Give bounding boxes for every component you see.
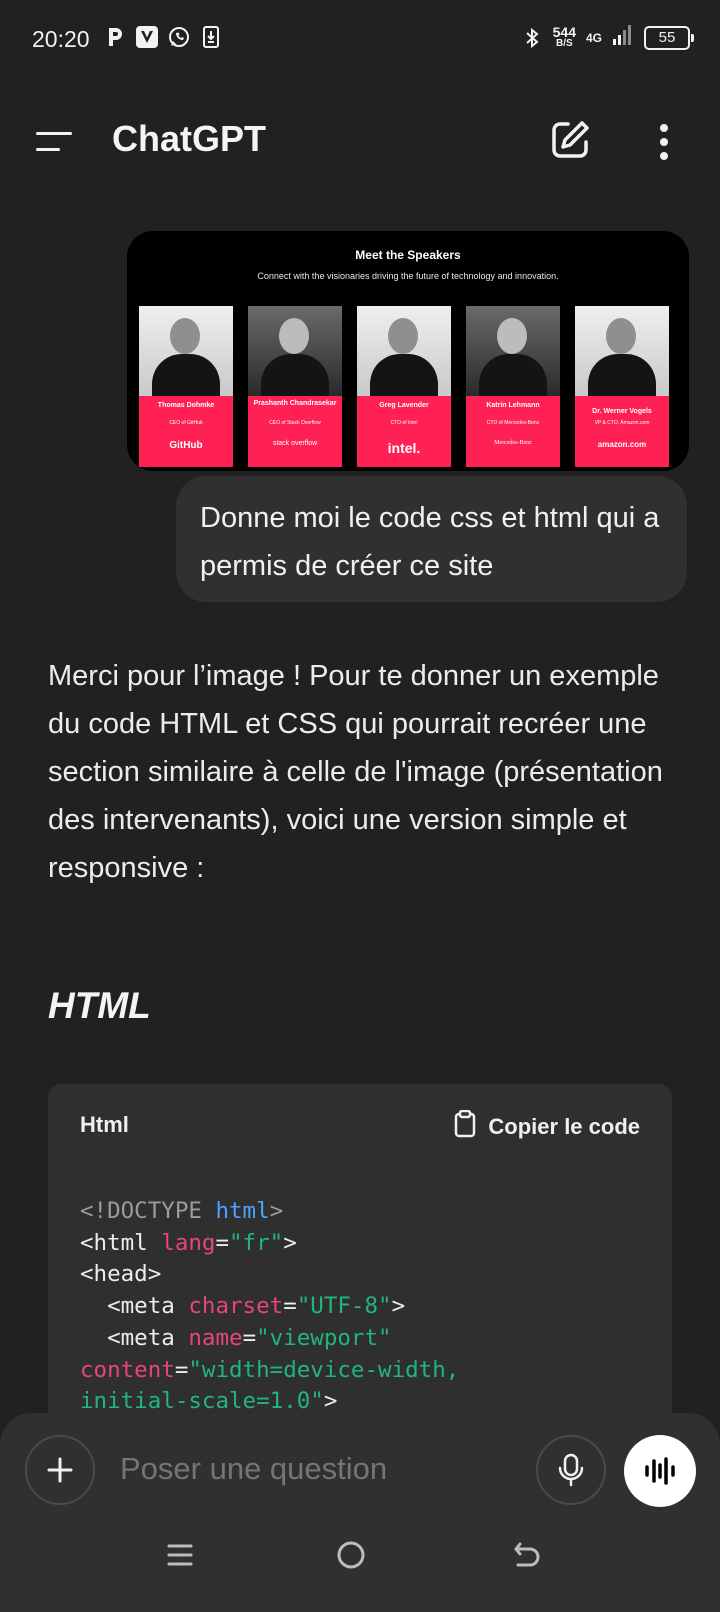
speaker-name: Katrin Lehmann	[486, 402, 540, 409]
back-icon[interactable]	[505, 1533, 549, 1577]
code-line: <meta name="viewport"	[80, 1324, 392, 1351]
speaker-logo: stack overflow	[272, 440, 318, 447]
download-icon	[200, 26, 222, 48]
new-chat-icon[interactable]	[548, 118, 592, 162]
image-subtitle: Connect with the visionaries driving the…	[257, 271, 559, 281]
code-line: <!DOCTYPE html>	[80, 1198, 284, 1224]
microphone-button[interactable]	[536, 1435, 606, 1505]
speaker-role: CTO of Mercedes-Benz	[486, 420, 540, 426]
composer	[0, 1413, 720, 1612]
microphone-icon	[558, 1453, 584, 1487]
network-type: 4G	[585, 30, 602, 45]
voice-mode-button[interactable]	[624, 1435, 696, 1507]
image-title: Meet the Speakers	[355, 248, 461, 262]
speaker-card: Dr. Werner Vogels VP & CTO, Amazon.com a…	[575, 306, 669, 467]
assistant-message: Merci pour l’image ! Pour te donner un e…	[48, 660, 663, 884]
speaker-card: Thomas Dohmke CEO of GitHub GitHub	[139, 306, 233, 467]
add-attachment-button[interactable]	[25, 1435, 95, 1505]
home-icon[interactable]	[329, 1533, 373, 1577]
speaker-photo	[139, 306, 233, 396]
recent-apps-icon[interactable]	[158, 1533, 202, 1577]
speaker-role: CTO of Intel	[390, 420, 418, 426]
status-time: 20:20	[32, 26, 90, 52]
speaker-name: Greg Lavender	[379, 402, 429, 409]
code-line: <head>	[80, 1261, 162, 1288]
speaker-role: CEO of Stack Overflow	[269, 420, 321, 426]
speaker-name: Prashanth Chandrasekar	[253, 400, 337, 407]
v-app-icon	[136, 26, 158, 48]
status-right: 544 B/S 4G 55	[521, 23, 694, 51]
whatsapp-icon	[168, 26, 190, 48]
speaker-logo: amazon.com	[597, 440, 647, 449]
menu-icon[interactable]	[36, 126, 76, 158]
speaker-photo	[575, 306, 669, 396]
status-bar: 20:20 544 B/S 4G 55	[0, 0, 720, 80]
speaker-logo: intel.	[387, 440, 421, 456]
ask-input[interactable]	[120, 1451, 500, 1487]
app-header: ChatGPT	[0, 96, 720, 192]
speaker-logo: Mercedes-Benz	[494, 440, 532, 446]
speaker-card: Prashanth Chandrasekar CEO of Stack Over…	[248, 306, 342, 467]
copy-code-button[interactable]: Copier le code	[454, 1109, 640, 1144]
speaker-name: Thomas Dohmke	[157, 402, 215, 409]
speaker-cards: Thomas Dohmke CEO of GitHub GitHub Prash…	[139, 306, 669, 467]
parking-icon	[104, 26, 126, 48]
app-title: ChatGPT	[112, 118, 267, 159]
notification-icons	[104, 26, 222, 48]
attached-image[interactable]: Meet the Speakers Connect with the visio…	[127, 231, 689, 471]
voice-waveform-icon	[645, 1457, 675, 1485]
section-heading: HTML	[48, 985, 151, 1026]
user-message: Donne moi le code css et html qui a perm…	[176, 476, 687, 602]
code-line: <html lang="fr">	[80, 1229, 297, 1256]
battery-indicator: 55	[644, 25, 694, 50]
speaker-logo: GitHub	[169, 440, 203, 451]
network-speed: 544 B/S	[552, 23, 576, 49]
system-nav-bar	[0, 1523, 720, 1593]
more-options-icon[interactable]	[650, 120, 678, 164]
speaker-card: Katrin Lehmann CTO of Mercedes-Benz Merc…	[466, 306, 560, 467]
code-line: <meta charset="UTF-8">	[80, 1293, 406, 1320]
speaker-card: Greg Lavender CTO of Intel intel.	[357, 306, 451, 467]
code-content: <!DOCTYPE html> <html lang="fr"> <head> <m…	[80, 1196, 595, 1444]
signal-icon	[612, 24, 634, 51]
clipboard-icon	[454, 1109, 476, 1144]
plus-icon	[47, 1457, 73, 1483]
code-language: Html	[80, 1112, 129, 1137]
code-line: content="width=device-width,	[80, 1356, 460, 1383]
speaker-name: Dr. Werner Vogels	[592, 408, 652, 415]
bluetooth-icon	[521, 27, 543, 49]
speaker-photo	[248, 306, 342, 396]
speaker-role: CEO of GitHub	[169, 420, 203, 426]
speaker-photo	[466, 306, 560, 396]
code-block: Html Copier le code <!DOCTYPE html> <html…	[48, 1084, 672, 1444]
speaker-photo	[357, 306, 451, 396]
speaker-role: VP & CTO, Amazon.com	[594, 420, 650, 426]
copy-code-label: Copier le code	[488, 1114, 640, 1139]
